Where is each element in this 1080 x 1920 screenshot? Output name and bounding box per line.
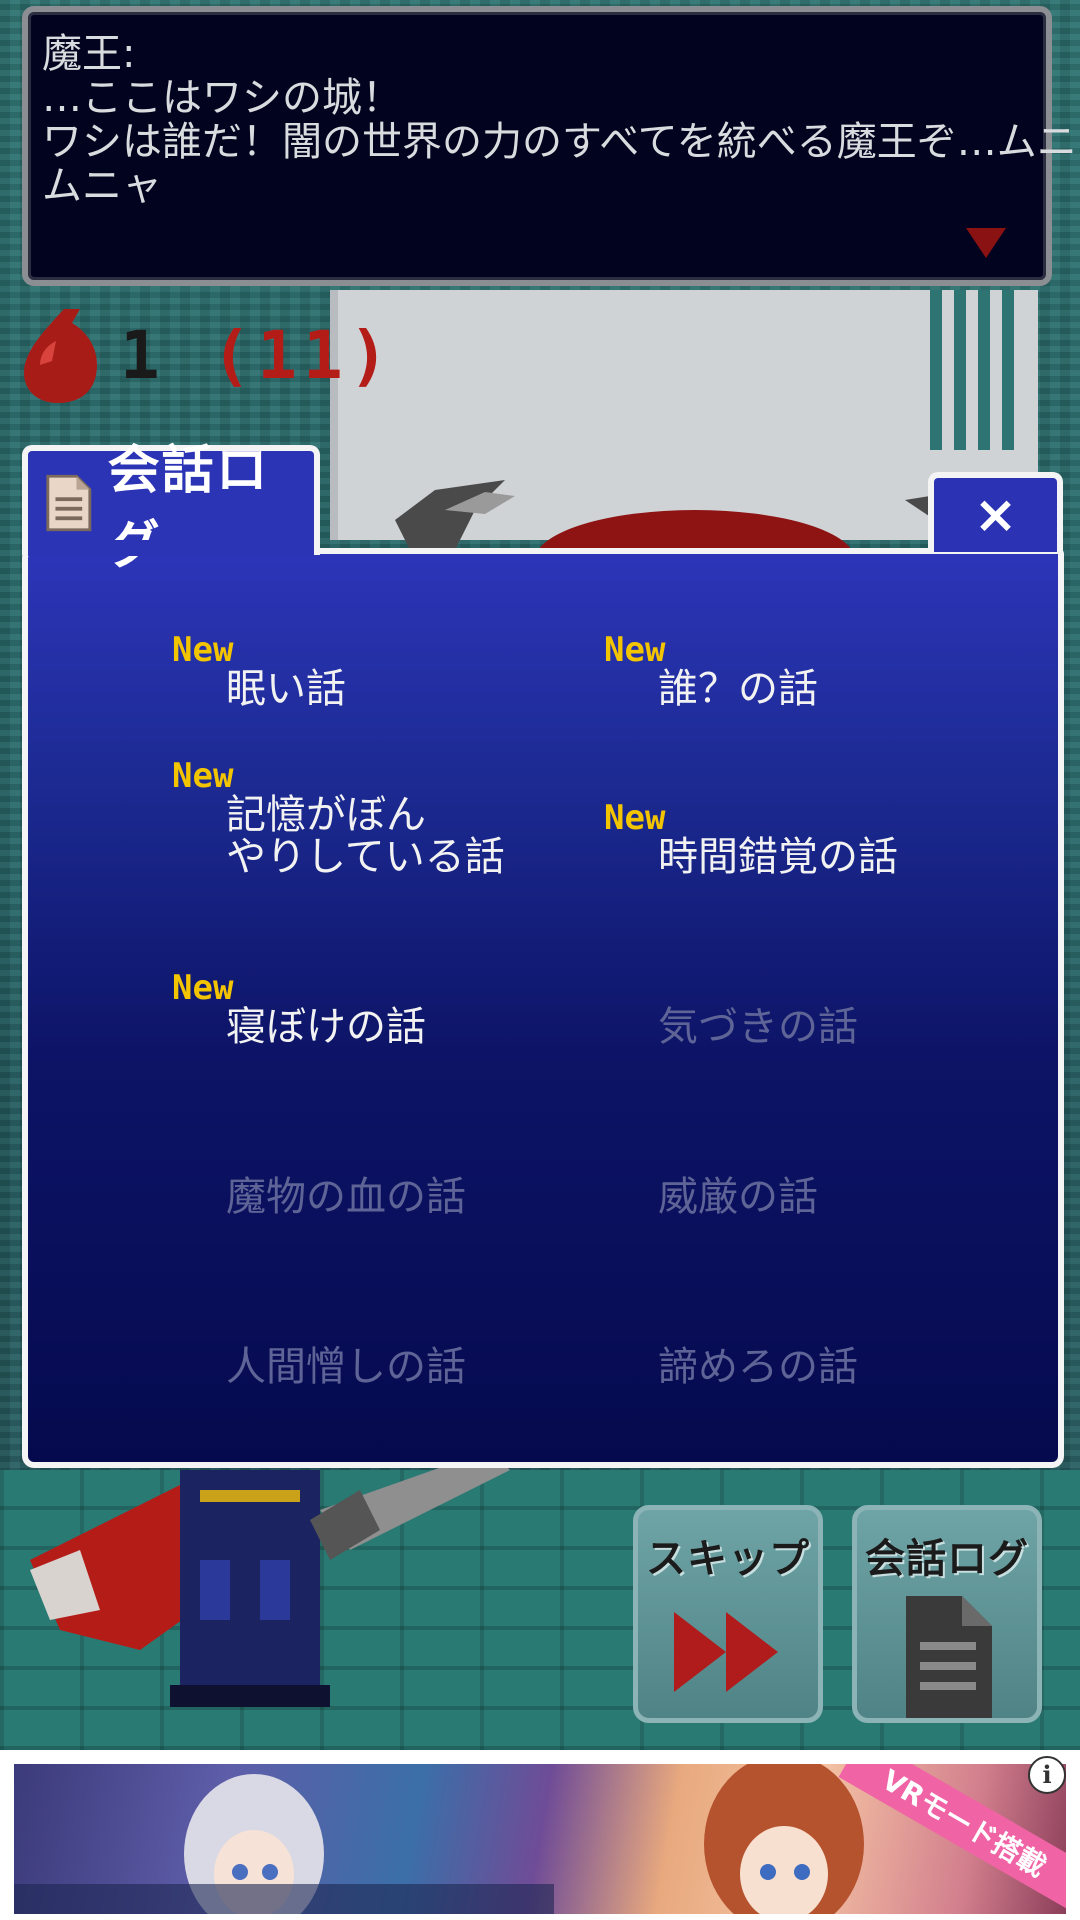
document-icon [906, 1596, 992, 1718]
demon-lord-sprite-top [395, 480, 995, 560]
log-entry[interactable]: New 時間錯覚の話 [604, 800, 898, 880]
log-entry-locked: 威厳の話 [658, 1176, 818, 1218]
log-entry-locked: 気づきの話 [658, 1006, 858, 1048]
counter-value: 1 [120, 316, 166, 394]
log-entry-locked: 魔物の血の話 [226, 1176, 466, 1218]
new-badge: New [604, 630, 666, 670]
tab-join [28, 540, 314, 556]
log-entry-title: 威厳の話 [658, 1174, 818, 1220]
blood-counter: 1 (11) [18, 300, 394, 410]
conversation-log-button[interactable]: 会話ログ [852, 1505, 1042, 1723]
new-badge: New [172, 756, 234, 796]
fast-forward-icon [674, 1612, 778, 1692]
new-badge: New [172, 968, 234, 1008]
log-entry-title: 人間憎しの話 [226, 1344, 466, 1390]
ad-image[interactable]: VRモード搭載 [14, 1764, 1066, 1914]
castle-pillar-edge [930, 290, 1020, 450]
log-entry-locked: 諦めろの話 [658, 1346, 858, 1388]
message-line: ムニャ [42, 163, 162, 209]
close-icon: × [973, 485, 1018, 545]
new-badge: New [604, 798, 666, 838]
blood-drop-icon [24, 309, 97, 403]
log-entry-title: 諦めろの話 [658, 1344, 858, 1390]
message-line: ワシは誰だ！闇の世界の力のすべてを統べる魔王ぞ…ムニャ [42, 119, 1080, 165]
log-entry-title: 眠い話 [226, 666, 346, 712]
conversation-log-panel: New 眠い話 New 誰？の話 New 記憶がぼん やりしている話 New 時… [22, 548, 1064, 1468]
info-icon[interactable]: i [1028, 1756, 1066, 1794]
log-entry-locked: 人間憎しの話 [226, 1346, 466, 1388]
demon-lord-sprite-bottom [30, 1450, 510, 1707]
log-entry-title: 誰？の話 [658, 666, 818, 712]
message-speaker: 魔王: [42, 31, 136, 77]
log-entry-title: 気づきの話 [658, 1004, 858, 1050]
log-entry-title: 記憶がぼん やりしている話 [226, 792, 505, 880]
tab-conversation-log[interactable]: 会話ログ [22, 441, 320, 576]
log-entry[interactable]: New 記憶がぼん やりしている話 [172, 758, 505, 880]
log-entry[interactable]: New 誰？の話 [604, 632, 818, 712]
log-entry-title: 魔物の血の話 [226, 1174, 466, 1220]
ad-banner[interactable]: VRモード搭載 i [0, 1750, 1080, 1920]
skip-button-label: スキップ [646, 1536, 810, 1582]
log-entry[interactable]: New 寝ぼけの話 [172, 970, 426, 1050]
close-button[interactable]: × [928, 472, 1063, 552]
log-entry-title: 寝ぼけの話 [226, 1004, 426, 1050]
new-badge: New [172, 630, 234, 670]
counter-total: (11) [211, 316, 395, 394]
document-icon [46, 474, 92, 532]
log-entry-title: 時間錯覚の話 [658, 834, 898, 880]
next-arrow-icon [966, 228, 1006, 258]
message-box[interactable]: 魔王: …ここはワシの城！ ワシは誰だ！闇の世界の力のすべてを統べる魔王ぞ…ムニ… [22, 6, 1080, 286]
log-entry[interactable]: New 眠い話 [172, 632, 346, 712]
log-button-label: 会話ログ [865, 1536, 1029, 1582]
skip-button[interactable]: スキップ [633, 1505, 823, 1723]
message-line: …ここはワシの城！ [42, 75, 402, 121]
